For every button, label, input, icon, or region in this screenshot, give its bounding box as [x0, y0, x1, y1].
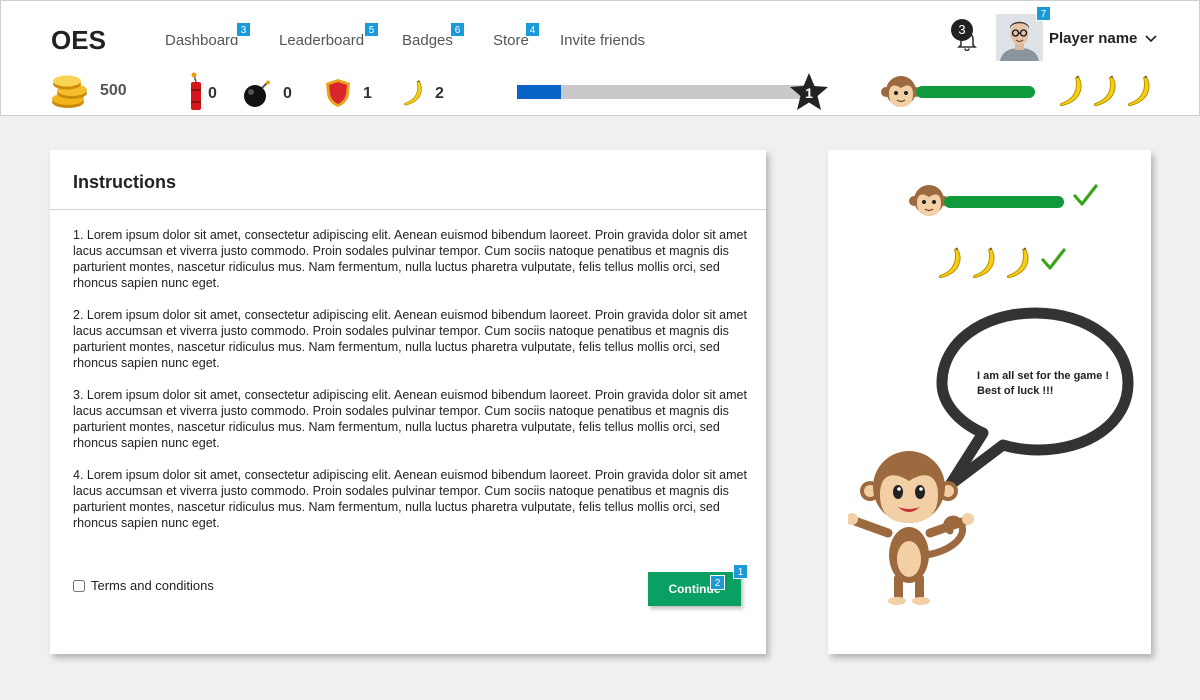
instructions-card: Instructions 1. Lorem ipsum dolor sit am… — [50, 150, 766, 654]
mascot-health-bar — [944, 196, 1064, 208]
player-name-menu[interactable]: Player name — [1049, 30, 1157, 47]
instructions-title: Instructions — [73, 172, 177, 192]
banana-icon — [972, 247, 995, 279]
nav-dashboard-badge: 3 — [236, 22, 251, 37]
avatar-badge: 7 — [1036, 6, 1051, 21]
chevron-down-icon — [1144, 35, 1157, 43]
banana-life-icon — [1093, 75, 1116, 107]
continue-badge-primary: 1 — [733, 564, 748, 579]
check-icon — [1041, 248, 1066, 270]
terms-label: Terms and conditions — [91, 578, 214, 593]
monkey-mascot — [848, 451, 974, 605]
instruction-paragraph: 3. Lorem ipsum dolor sit amet, consectet… — [73, 388, 747, 450]
divider — [50, 209, 766, 210]
check-icon — [1073, 184, 1098, 206]
player-name-label: Player name — [1049, 30, 1138, 47]
level-number: 1 — [805, 85, 813, 101]
nav-leaderboard[interactable]: Leaderboard — [279, 32, 364, 49]
banana-icon — [938, 247, 961, 279]
terms-checkbox[interactable] — [73, 579, 85, 592]
level-progress-bar — [517, 85, 807, 99]
instructions-body: 1. Lorem ipsum dolor sit amet, consectet… — [73, 227, 749, 547]
coins-count: 500 — [100, 82, 127, 99]
avatar[interactable] — [996, 14, 1043, 61]
instruction-paragraph: 1. Lorem ipsum dolor sit amet, consectet… — [73, 228, 747, 290]
banana-life-icon — [1127, 75, 1150, 107]
speech-bubble-text: I am all set for the game ! Best of luck… — [977, 370, 1110, 397]
banana-icon — [404, 80, 422, 106]
instruction-paragraph: 4. Lorem ipsum dolor sit amet, consectet… — [73, 468, 747, 530]
nav-store-badge: 4 — [525, 22, 540, 37]
continue-badge-secondary: 2 — [710, 575, 725, 590]
bomb-count: 0 — [283, 85, 292, 102]
nav-dashboard[interactable]: Dashboard — [165, 32, 238, 49]
bomb-icon — [244, 80, 270, 107]
nav-badges-badge: 6 — [450, 22, 465, 37]
monkey-face-icon — [881, 76, 921, 107]
level-star: 1 — [788, 72, 830, 112]
nav-badges[interactable]: Badges — [402, 32, 453, 49]
app-logo[interactable]: OES — [51, 25, 106, 56]
banana-icon — [1006, 247, 1029, 279]
top-navigation-bar: OES Dashboard 3 Leaderboard 5 Badges 6 S… — [0, 0, 1200, 70]
nav-invite-friends[interactable]: Invite friends — [560, 32, 645, 49]
terms-checkbox-row[interactable]: Terms and conditions — [73, 578, 214, 593]
notification-count-badge: 3 — [951, 19, 973, 41]
instruction-paragraph: 2. Lorem ipsum dolor sit amet, consectet… — [73, 308, 747, 370]
banana-life-icon — [1059, 75, 1082, 107]
shield-count: 1 — [363, 85, 372, 102]
nav-store[interactable]: Store — [493, 32, 529, 49]
continue-button[interactable]: Continue — [648, 572, 741, 606]
shield-icon — [326, 79, 350, 107]
monkey-face-icon — [909, 185, 949, 216]
banana-count: 2 — [435, 85, 444, 102]
player-stats-bar: 500 0 0 1 2 1 — [0, 69, 1200, 116]
level-progress-fill — [517, 85, 561, 99]
nav-leaderboard-badge: 5 — [364, 22, 379, 37]
mascot-card: I am all set for the game ! Best of luck… — [828, 150, 1151, 654]
coins-icon — [52, 75, 87, 108]
monkey-health-bar — [916, 86, 1035, 98]
dynamite-icon — [191, 72, 201, 110]
dynamite-count: 0 — [208, 85, 217, 102]
